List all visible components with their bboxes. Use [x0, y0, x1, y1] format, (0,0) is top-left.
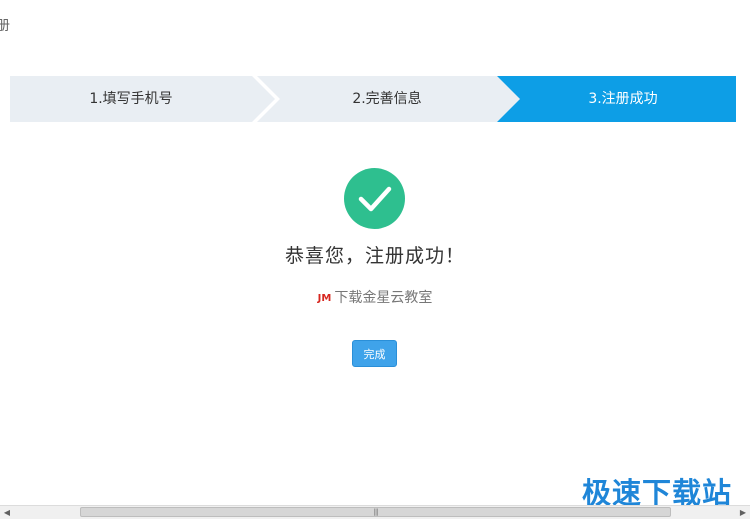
step-2-label: 2.完善信息: [352, 91, 422, 107]
step-1-label: 1.填写手机号: [89, 91, 173, 107]
scroll-left-arrow-icon[interactable]: ◀: [0, 506, 14, 519]
page-title-fragment: 册: [0, 18, 10, 34]
scroll-right-arrow-icon[interactable]: ▶: [736, 506, 750, 519]
step-progress-bar: 1.填写手机号 2.完善信息 3.注册成功: [10, 76, 736, 122]
check-circle-icon: [344, 168, 405, 229]
brand-line: JM 下载金星云教室: [0, 287, 750, 307]
brand-logo-icon: JM: [317, 293, 332, 304]
done-button[interactable]: 完成: [352, 340, 397, 367]
step-3-label: 3.注册成功: [588, 91, 658, 107]
scroll-grip-icon: |||: [373, 508, 378, 516]
checkmark-icon: [358, 186, 392, 212]
horizontal-scrollbar[interactable]: ◀ ||| ▶: [0, 505, 750, 519]
brand-subtext: 下载金星云教室: [334, 290, 433, 306]
success-headline: 恭喜您，注册成功！: [284, 245, 465, 267]
scroll-thumb[interactable]: |||: [80, 507, 671, 517]
